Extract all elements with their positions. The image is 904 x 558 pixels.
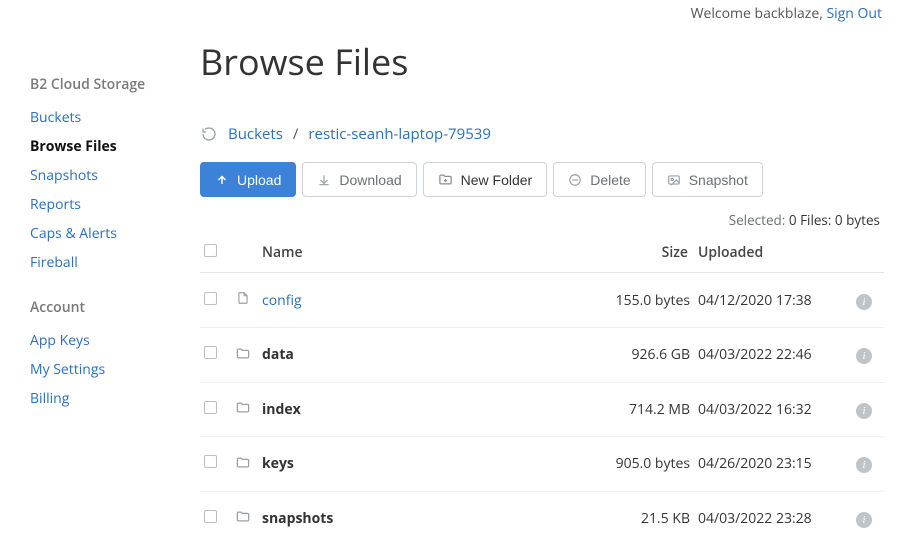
info-icon[interactable]: i xyxy=(856,457,872,473)
sidebar-item-billing: Billing xyxy=(30,389,200,408)
row-checkbox[interactable] xyxy=(204,292,217,305)
info-icon[interactable]: i xyxy=(856,403,872,419)
snapshot-button[interactable]: Snapshot xyxy=(652,162,763,197)
row-size: 926.6 GB xyxy=(594,328,694,383)
row-checkbox[interactable] xyxy=(204,510,217,523)
sidebar-item-browse-files: Browse Files xyxy=(30,137,200,156)
row-size: 714.2 MB xyxy=(594,382,694,437)
col-uploaded[interactable]: Uploaded xyxy=(694,237,844,273)
selected-summary: Selected: 0 Files: 0 bytes xyxy=(200,211,884,229)
table-row: data 926.6 GB04/03/2022 22:46 i xyxy=(200,328,884,383)
info-icon[interactable]: i xyxy=(856,294,872,310)
row-uploaded: 04/03/2022 23:28 xyxy=(694,491,844,545)
upload-button[interactable]: Upload xyxy=(200,162,296,197)
welcome-text: Welcome xyxy=(691,4,755,23)
breadcrumb-buckets[interactable]: Buckets xyxy=(228,124,283,144)
folder-plus-icon xyxy=(438,172,453,187)
sidebar-item-reports: Reports xyxy=(30,195,200,214)
toolbar: Upload Download New Folder Delete xyxy=(200,162,884,197)
info-icon[interactable]: i xyxy=(856,512,872,528)
row-uploaded: 04/12/2020 17:38 xyxy=(694,273,844,328)
sidebar-item-buckets: Buckets xyxy=(30,108,200,127)
row-checkbox[interactable] xyxy=(204,455,217,468)
folder-icon xyxy=(234,453,252,471)
folder-icon xyxy=(234,399,252,417)
new-folder-button[interactable]: New Folder xyxy=(423,162,548,197)
download-button[interactable]: Download xyxy=(302,162,416,197)
row-size: 905.0 bytes xyxy=(594,437,694,492)
breadcrumb: Buckets / restic-seanh-laptop-79539 xyxy=(200,124,884,144)
breadcrumb-bucket[interactable]: restic-seanh-laptop-79539 xyxy=(308,124,491,144)
sidebar-item-snapshots: Snapshots xyxy=(30,166,200,185)
row-name[interactable]: index xyxy=(262,400,301,419)
col-name[interactable]: Name xyxy=(258,237,594,273)
files-table: Name Size Uploaded config 155.0 bytes04/1… xyxy=(200,237,884,545)
sidebar: B2 Cloud Storage Buckets Browse Files Sn… xyxy=(0,23,200,545)
snapshot-icon xyxy=(667,173,681,187)
row-uploaded: 04/03/2022 16:32 xyxy=(694,382,844,437)
folder-icon xyxy=(234,508,252,526)
row-uploaded: 04/26/2020 23:15 xyxy=(694,437,844,492)
row-uploaded: 04/03/2022 22:46 xyxy=(694,328,844,383)
row-checkbox[interactable] xyxy=(204,401,217,414)
col-size[interactable]: Size xyxy=(594,237,694,273)
delete-button[interactable]: Delete xyxy=(553,162,645,197)
sidebar-item-caps-alerts: Caps & Alerts xyxy=(30,224,200,243)
row-name[interactable]: keys xyxy=(262,454,294,473)
main: Browse Files Buckets / restic-seanh-lapt… xyxy=(200,23,904,545)
row-name[interactable]: data xyxy=(262,345,294,364)
delete-icon xyxy=(568,173,582,187)
topbar: Welcome backblaze, Sign Out xyxy=(0,0,904,23)
select-all-checkbox[interactable] xyxy=(204,244,217,257)
sign-out-link[interactable]: Sign Out xyxy=(826,4,882,23)
row-name[interactable]: config xyxy=(262,291,302,310)
folder-icon xyxy=(234,344,252,362)
table-row: snapshots 21.5 KB04/03/2022 23:28 i xyxy=(200,491,884,545)
page-title: Browse Files xyxy=(200,37,884,86)
row-size: 21.5 KB xyxy=(594,491,694,545)
upload-icon xyxy=(215,173,229,187)
username: backblaze xyxy=(755,4,820,23)
table-row: config 155.0 bytes04/12/2020 17:38 i xyxy=(200,273,884,328)
table-row: index 714.2 MB04/03/2022 16:32 i xyxy=(200,382,884,437)
sidebar-section-account: Account xyxy=(30,298,200,317)
table-row: keys 905.0 bytes04/26/2020 23:15 i xyxy=(200,437,884,492)
row-size: 155.0 bytes xyxy=(594,273,694,328)
sidebar-item-app-keys: App Keys xyxy=(30,331,200,350)
sidebar-item-my-settings: My Settings xyxy=(30,360,200,379)
sidebar-section-storage: B2 Cloud Storage xyxy=(30,75,200,94)
sidebar-item-fireball: Fireball xyxy=(30,253,200,272)
breadcrumb-sep: / xyxy=(293,124,299,144)
refresh-icon[interactable] xyxy=(200,125,218,143)
download-icon xyxy=(317,173,331,187)
info-icon[interactable]: i xyxy=(856,348,872,364)
file-icon xyxy=(234,289,252,307)
row-checkbox[interactable] xyxy=(204,346,217,359)
row-name[interactable]: snapshots xyxy=(262,509,333,528)
